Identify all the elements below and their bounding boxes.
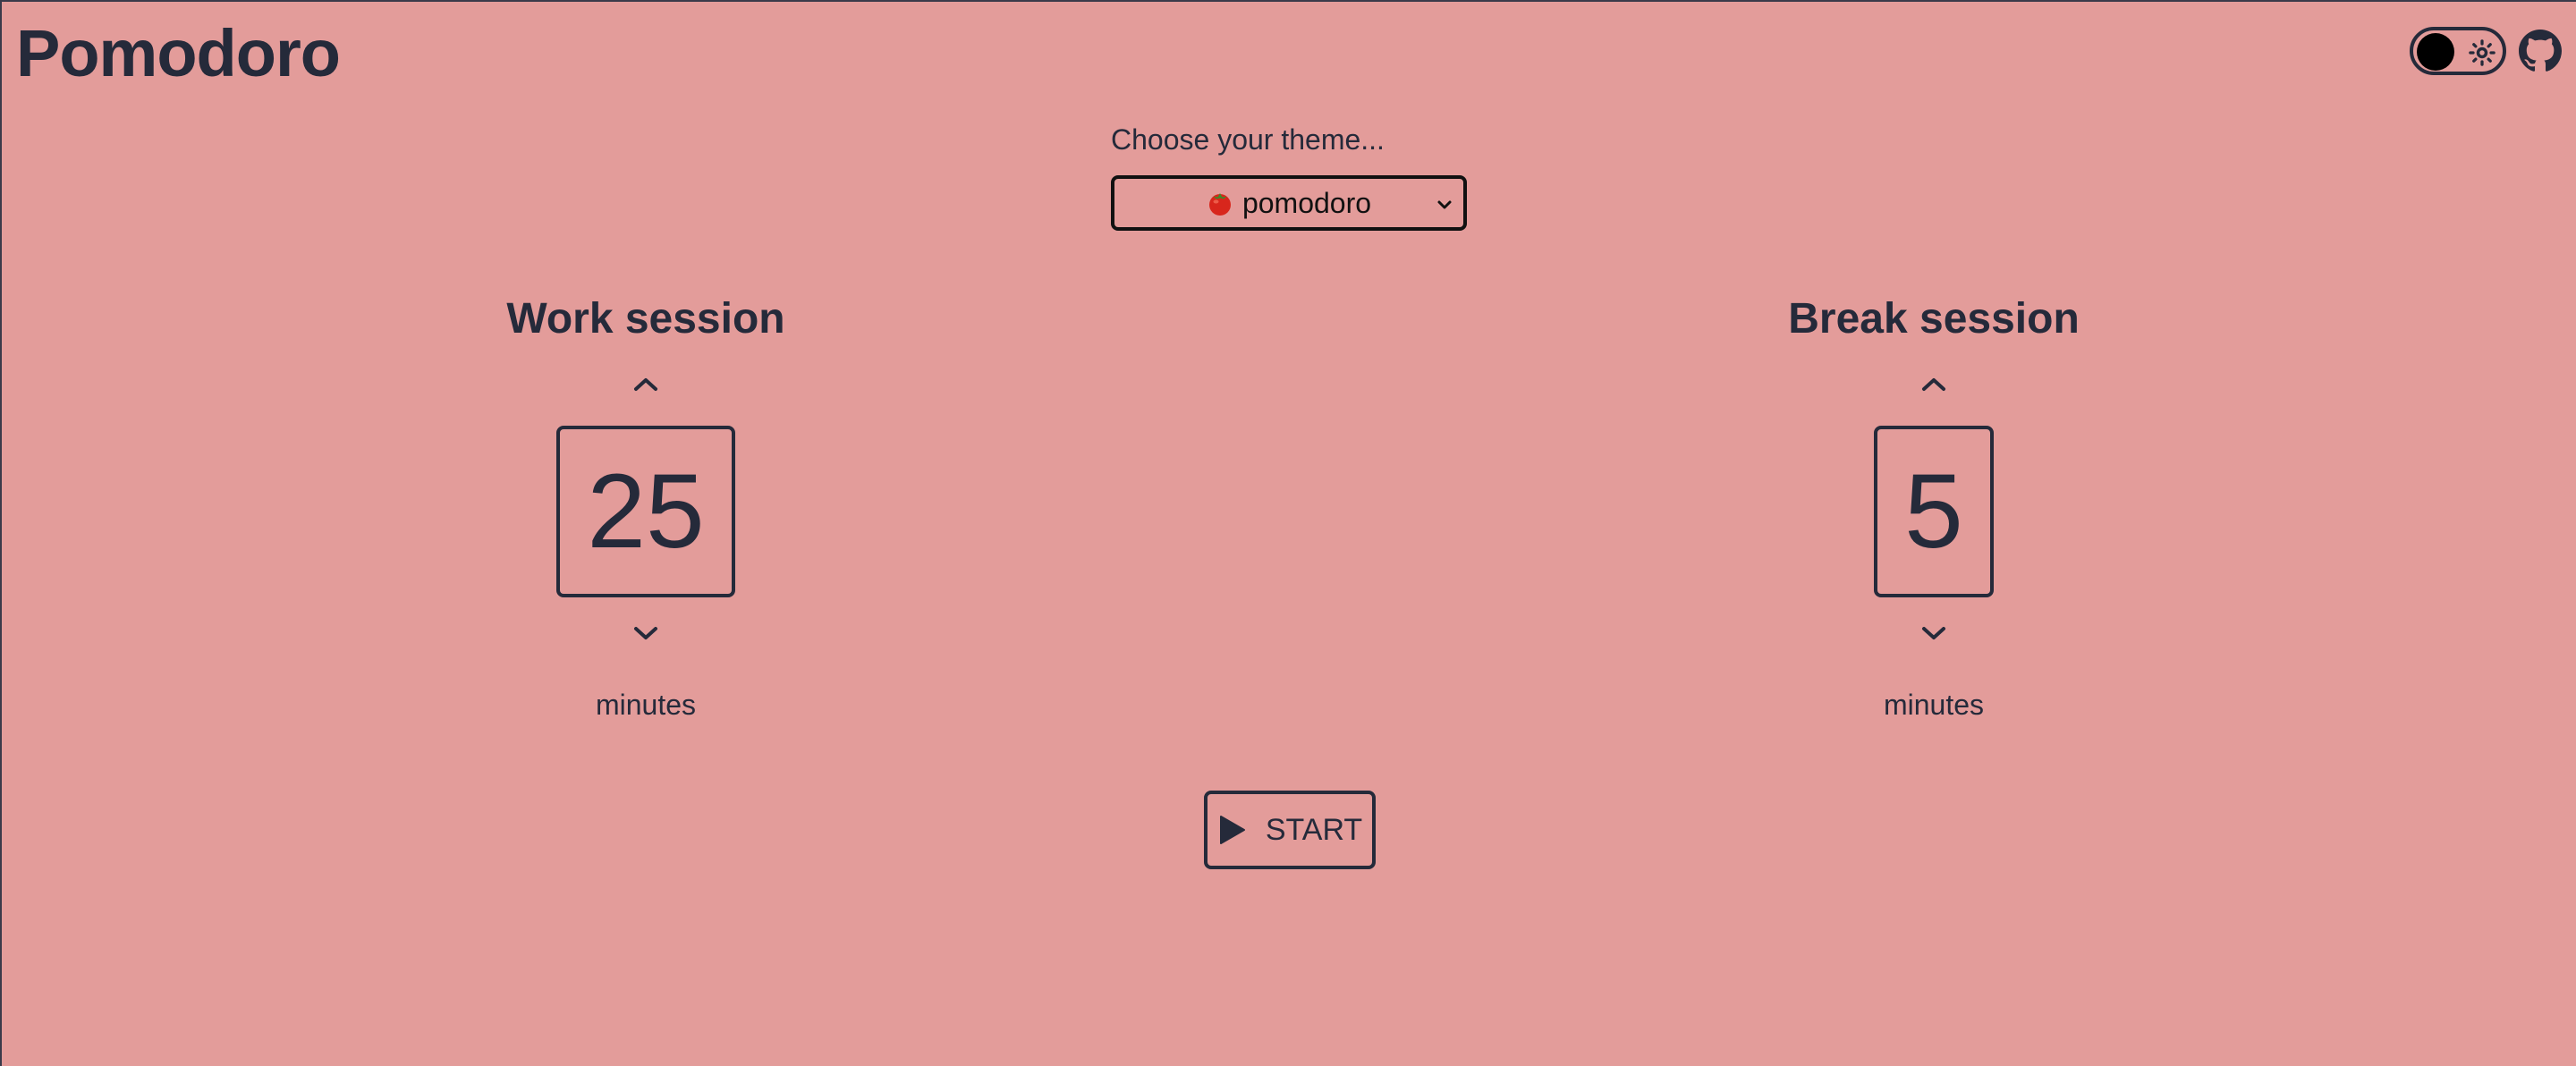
work-increment-button[interactable] [619, 365, 673, 404]
chevron-down-icon [1922, 627, 1945, 639]
start-button-label: START [1265, 812, 1363, 847]
play-icon [1219, 816, 1245, 844]
work-session-title: Work session [506, 295, 785, 343]
selected-theme: pomodoro [1207, 187, 1371, 220]
break-session-title: Break session [1788, 295, 2080, 343]
start-button[interactable]: START [1204, 791, 1376, 869]
work-session-panel: Work session 25 minutes [377, 288, 914, 722]
break-units-label: minutes [1883, 689, 1985, 721]
chevron-up-icon [1922, 378, 1945, 391]
work-decrement-button[interactable] [619, 613, 673, 653]
tomato-icon [1208, 193, 1231, 216]
selected-theme-label: pomodoro [1241, 186, 1372, 219]
chevron-up-icon [634, 378, 657, 391]
dark-mode-toggle[interactable] [2410, 27, 2506, 75]
toggle-knob [2417, 33, 2454, 71]
break-minutes-value: 5 [1874, 426, 1994, 597]
header-controls [2410, 27, 2562, 75]
break-decrement-button[interactable] [1907, 613, 1961, 653]
break-session-panel: Break session 5 minutes [1665, 288, 2202, 722]
github-icon[interactable] [2519, 30, 2562, 72]
theme-label: Choose your theme... [1111, 123, 1385, 156]
chevron-down-icon [1437, 200, 1452, 209]
app-title: Pomodoro [16, 16, 341, 90]
sun-icon [2469, 39, 2496, 66]
theme-select[interactable]: pomodoro [1111, 175, 1467, 231]
work-units-label: minutes [595, 689, 697, 721]
break-increment-button[interactable] [1907, 365, 1961, 404]
work-minutes-value: 25 [556, 426, 735, 597]
chevron-down-icon [634, 627, 657, 639]
